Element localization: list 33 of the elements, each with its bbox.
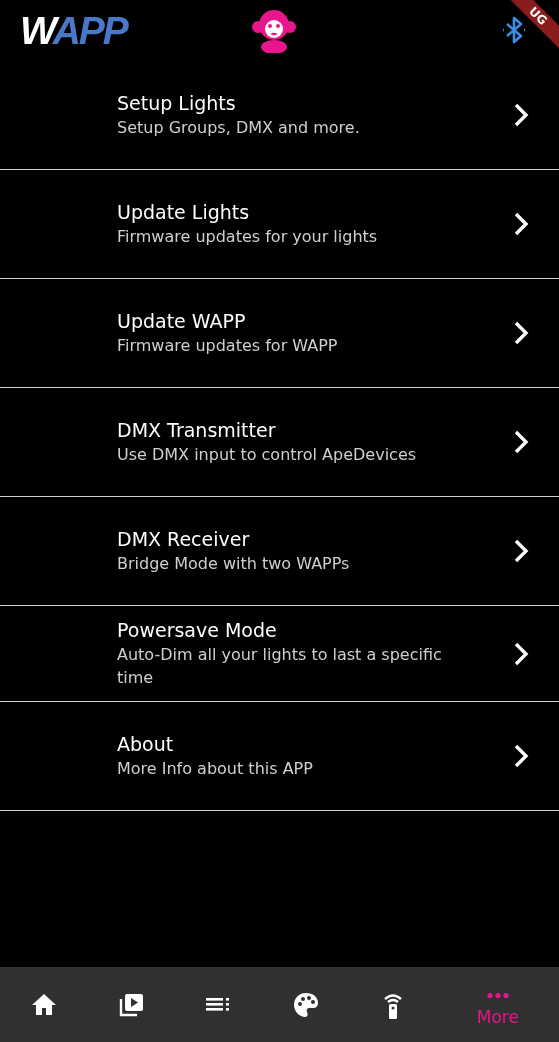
- menu-item[interactable]: About More Info about this APP: [0, 702, 559, 811]
- item-title: DMX Receiver: [117, 527, 251, 552]
- item-subtitle: Firmware updates for your lights: [117, 226, 379, 248]
- chevron-right-icon: [513, 211, 529, 237]
- menu-item[interactable]: Update WAPP Firmware updates for WAPP: [0, 279, 559, 388]
- menu-item[interactable]: DMX Transmitter Use DMX input to control ApeDevices: [0, 388, 559, 497]
- item-subtitle: Auto-Dim all your lights to last a specific time: [117, 644, 443, 689]
- chevron-right-icon: [513, 640, 529, 667]
- item-subtitle: Firmware updates for WAPP: [117, 335, 339, 357]
- menu-item[interactable]: Powersave Mode Auto-Dim all your lights to last a specific time: [0, 606, 559, 702]
- menu-item[interactable]: Update Lights Firmware updates for your lights: [0, 170, 559, 279]
- item-title: Update WAPP: [117, 309, 247, 334]
- bluetooth-icon[interactable]: [501, 15, 527, 45]
- item-subtitle: Bridge Mode with two WAPPs: [117, 553, 351, 575]
- menu-item[interactable]: DMX Receiver Bridge Mode with two WAPPs: [0, 497, 559, 606]
- item-title: Powersave Mode: [117, 618, 278, 643]
- app-logo: WAPP: [20, 10, 127, 50]
- item-title: About: [117, 732, 175, 757]
- chevron-right-icon: [513, 101, 529, 128]
- chevron-right-icon: [513, 743, 529, 769]
- chevron-right-icon: [513, 429, 529, 455]
- item-title: Update Lights: [117, 200, 251, 225]
- palette-icon: [291, 990, 320, 1019]
- item-title: DMX Transmitter: [117, 418, 277, 443]
- chevron-right-icon: [513, 320, 529, 346]
- chevron-right-icon: [513, 538, 529, 564]
- item-subtitle: Setup Groups, DMX and more.: [117, 116, 361, 139]
- item-title: Setup Lights: [117, 90, 237, 116]
- monkey-icon: [250, 7, 297, 53]
- item-subtitle: More Info about this APP: [117, 758, 314, 780]
- item-subtitle: Use DMX input to control ApeDevices: [117, 444, 418, 466]
- more-icon: [486, 992, 509, 999]
- menu-item[interactable]: Setup Lights Setup Groups, DMX and more.: [0, 60, 559, 170]
